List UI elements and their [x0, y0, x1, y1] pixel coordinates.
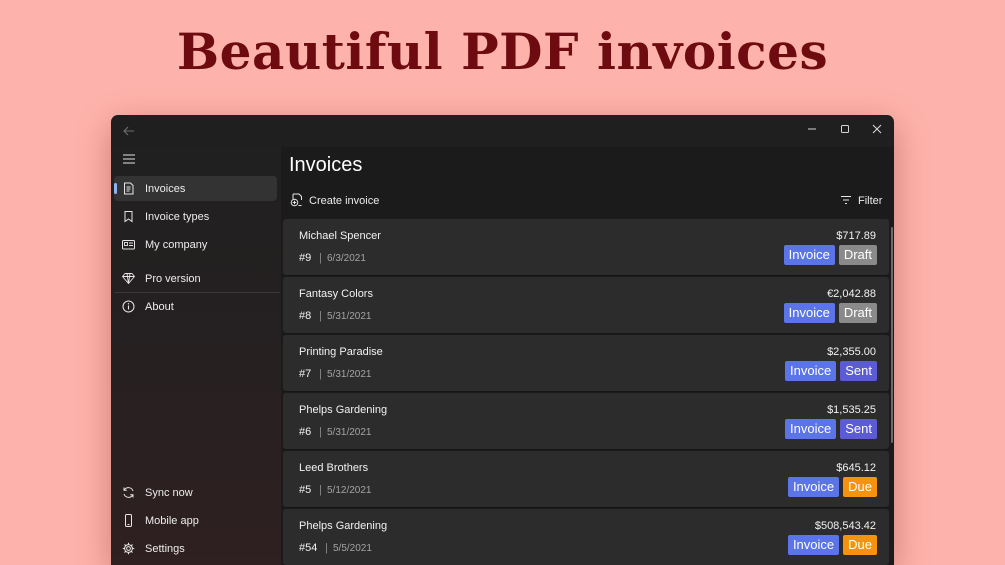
invoice-icon — [122, 182, 135, 195]
scrollbar[interactable] — [891, 227, 893, 443]
sidebar-item-mobile-app[interactable]: Mobile app — [114, 508, 277, 533]
tag-group: Invoice Draft — [783, 303, 877, 323]
tag-group: Invoice Due — [787, 477, 877, 497]
status-badge: Due — [843, 477, 877, 497]
sidebar-item-label: Sync now — [145, 487, 193, 499]
sidebar-item-label: Settings — [145, 543, 185, 555]
invoice-amount: $717.89 — [836, 230, 876, 242]
invoice-number: #6 — [299, 426, 312, 438]
separator: | — [319, 426, 322, 438]
sidebar-item-sync-now[interactable]: Sync now — [114, 480, 277, 505]
sync-icon — [122, 486, 135, 499]
separator: | — [319, 310, 322, 322]
hero-title: Beautiful PDF invoices — [176, 22, 829, 81]
invoice-date: 5/31/2021 — [327, 311, 372, 322]
invoice-date: 5/12/2021 — [327, 485, 372, 496]
invoice-date: 5/5/2021 — [333, 543, 372, 554]
separator: | — [319, 484, 322, 496]
invoice-type-tag: Invoice — [787, 477, 840, 497]
invoice-list: Michael Spencer #9 | 6/3/2021 $717.89 Invoice… — [283, 219, 889, 565]
filter-button[interactable]: Filter — [840, 192, 884, 210]
customer-name: Leed Brothers — [299, 462, 369, 474]
create-invoice-label: Create invoice — [309, 195, 380, 207]
customer-name: Michael Spencer — [299, 230, 381, 242]
invoice-type-tag: Invoice — [785, 361, 837, 381]
sidebar-item-my-company[interactable]: My company — [114, 232, 277, 257]
close-icon[interactable] — [862, 119, 892, 141]
sidebar-item-label: About — [145, 301, 174, 313]
status-badge: Due — [843, 535, 877, 555]
invoice-type-tag: Invoice — [787, 535, 840, 555]
status-badge: Draft — [838, 245, 877, 265]
sidebar-item-label: Mobile app — [145, 515, 199, 527]
invoice-type-tag: Invoice — [783, 245, 835, 265]
tag-group: Invoice Due — [787, 535, 877, 555]
diamond-icon — [122, 272, 135, 285]
invoice-card[interactable]: Printing Paradise #7 | 5/31/2021 $2,355.00 In… — [283, 335, 889, 391]
filter-icon — [840, 194, 852, 206]
invoice-number: #7 — [299, 368, 312, 380]
status-badge: Sent — [840, 361, 877, 381]
sidebar-item-about[interactable]: About — [114, 294, 277, 319]
sidebar-item-label: My company — [145, 239, 208, 251]
invoice-card[interactable]: Michael Spencer #9 | 6/3/2021 $717.89 Invoice… — [283, 219, 889, 275]
gear-icon — [122, 542, 135, 555]
create-invoice-icon — [290, 193, 304, 207]
invoice-card[interactable]: Fantasy Colors #8 | 5/31/2021 €2,042.88 Invoi… — [283, 277, 889, 333]
app-window: Invoices Invoice types My company Pro ve… — [111, 115, 894, 565]
sidebar: Invoices Invoice types My company Pro ve… — [111, 147, 281, 565]
invoice-card[interactable]: Phelps Gardening #6 | 5/31/2021 $1,535.25 Inv… — [283, 393, 889, 449]
customer-name: Printing Paradise — [299, 346, 383, 358]
sidebar-item-settings[interactable]: Settings — [114, 536, 277, 561]
invoice-amount: $645.12 — [836, 462, 876, 474]
invoice-number: #9 — [299, 252, 312, 264]
sidebar-item-invoice-types[interactable]: Invoice types — [114, 204, 277, 229]
main-content: Invoices Create invoice Filter Michael S… — [281, 147, 894, 565]
page-title: Invoices — [289, 154, 363, 176]
invoice-date: 5/31/2021 — [327, 369, 372, 380]
invoice-amount: $1,535.25 — [827, 404, 876, 416]
phone-icon — [122, 514, 135, 527]
separator: | — [319, 368, 322, 380]
selection-indicator — [114, 183, 117, 194]
status-badge: Draft — [838, 303, 877, 323]
hamburger-menu-icon[interactable] — [122, 152, 136, 166]
separator: | — [325, 542, 328, 554]
info-icon — [122, 300, 135, 313]
invoice-date: 5/31/2021 — [327, 427, 372, 438]
status-badge: Sent — [840, 419, 877, 439]
invoice-type-tag: Invoice — [783, 303, 835, 323]
maximize-icon[interactable] — [830, 119, 860, 141]
invoice-amount: €2,042.88 — [827, 288, 876, 300]
customer-name: Phelps Gardening — [299, 520, 388, 532]
invoice-type-tag: Invoice — [785, 419, 837, 439]
tag-group: Invoice Sent — [785, 361, 877, 381]
filter-label: Filter — [858, 195, 883, 207]
invoice-amount: $2,355.00 — [827, 346, 876, 358]
tag-group: Invoice Draft — [783, 245, 877, 265]
bookmark-icon — [122, 210, 135, 223]
back-arrow-icon[interactable] — [121, 123, 137, 139]
id-card-icon — [122, 238, 135, 251]
invoice-date: 6/3/2021 — [327, 253, 366, 264]
sidebar-item-label: Invoice types — [145, 211, 210, 223]
invoice-card[interactable]: Leed Brothers #5 | 5/12/2021 $645.12 Invoice D… — [283, 451, 889, 507]
invoice-card[interactable]: Phelps Gardening #54 | 5/5/2021 $508,543.42 I… — [283, 509, 889, 565]
invoice-number: #8 — [299, 310, 312, 322]
invoice-number: #54 — [299, 542, 318, 554]
title-bar — [111, 115, 894, 147]
sidebar-divider — [114, 292, 280, 293]
invoice-number: #5 — [299, 484, 312, 496]
customer-name: Phelps Gardening — [299, 404, 388, 416]
customer-name: Fantasy Colors — [299, 288, 373, 300]
minimize-icon[interactable] — [797, 119, 827, 141]
tag-group: Invoice Sent — [785, 419, 877, 439]
separator: | — [319, 252, 322, 264]
sidebar-item-pro-version[interactable]: Pro version — [114, 266, 277, 291]
sidebar-item-label: Invoices — [145, 183, 186, 195]
sidebar-item-label: Pro version — [145, 273, 201, 285]
invoice-amount: $508,543.42 — [814, 520, 876, 532]
sidebar-item-invoices[interactable]: Invoices — [114, 176, 277, 201]
